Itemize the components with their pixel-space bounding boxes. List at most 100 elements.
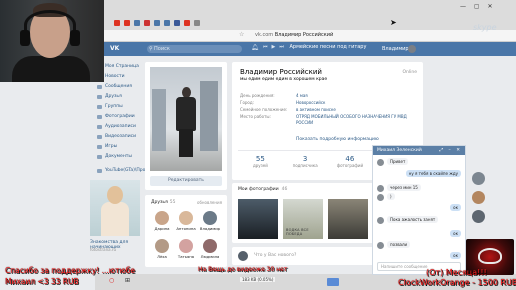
window-controls[interactable]: — ▢ ✕ — [460, 3, 496, 10]
camera-icon — [97, 115, 102, 119]
friend-item[interactable]: Татьяна — [175, 239, 197, 259]
friend-name[interactable]: Дарина — [151, 226, 173, 231]
friends-updates-link[interactable]: обновления — [197, 200, 222, 205]
new-post-input[interactable]: Что у Вас нового? — [254, 253, 296, 258]
friends-card: Друзья 55 обновления Дарина Антонина Владим… — [145, 195, 227, 267]
vk-tab-icon[interactable] — [164, 20, 170, 26]
friend-avatar[interactable] — [203, 239, 217, 253]
vk-tab-icon[interactable] — [134, 20, 140, 26]
chat-header[interactable]: Михаил Зеленский ⤢ – ✕ — [373, 146, 465, 155]
friend-name[interactable]: Антонина — [175, 226, 197, 231]
friend-avatar[interactable] — [179, 211, 193, 225]
show-details-link[interactable]: Показать подробную информацию — [296, 137, 379, 142]
search-placeholder: Поиск — [154, 46, 170, 52]
url-domain: vk.com — [255, 32, 274, 38]
profile-status[interactable]: мы едим едим едим в хорошем крае — [240, 77, 327, 82]
contact-avatar[interactable] — [472, 191, 485, 204]
online-indicator: Online — [402, 70, 417, 75]
incoming-message: через мин 15 — [387, 184, 421, 191]
bell-icon[interactable]: 🔔︎ — [251, 44, 259, 51]
youtube-tab-icon[interactable] — [114, 20, 120, 26]
search-input[interactable]: ⚲ Поиск — [147, 45, 242, 53]
outgoing-message: ну я тебя в скайпе жду — [405, 170, 461, 177]
ad-block[interactable]: Знакомства для начинающих fotostrana.ru — [88, 178, 144, 263]
groups-icon — [97, 105, 102, 109]
tab-icon[interactable] — [174, 20, 180, 26]
extension-icon[interactable] — [327, 278, 339, 286]
menu-item-app[interactable]: YouTube(GTa)\Про — [95, 166, 145, 176]
menu-item-video[interactable]: Видеозаписи — [95, 132, 143, 142]
skype-logo: skype — [473, 23, 497, 32]
chat-avatar — [377, 194, 384, 201]
counter-photos[interactable]: 46 фотографий — [333, 155, 367, 168]
edit-profile-button[interactable]: Редактировать — [150, 176, 222, 186]
contact-avatar[interactable] — [472, 210, 485, 223]
profile-avatar-card: Редактировать — [145, 62, 227, 190]
photo-thumbnail[interactable] — [238, 199, 278, 239]
profile-photo[interactable] — [150, 67, 222, 171]
messages-icon — [97, 85, 102, 89]
address-bar[interactable]: ☆ vk.com Владимир Российский — [95, 30, 516, 42]
menu-item-photos[interactable]: Фотографии — [95, 112, 143, 122]
friend-avatar[interactable] — [155, 239, 169, 253]
friend-item[interactable]: Владимир — [199, 211, 221, 231]
mouse-cursor-icon: ➤ — [390, 18, 397, 27]
chat-avatar — [377, 217, 384, 224]
youtube-tab-icon[interactable] — [184, 20, 190, 26]
friend-name[interactable]: Людмила — [199, 254, 221, 259]
friends-header[interactable]: Друзья 55 — [151, 200, 176, 205]
friend-avatar[interactable] — [203, 211, 217, 225]
profile-name: Владимир Российский — [240, 68, 322, 76]
photos-header[interactable]: Мои фотографии 46 — [238, 187, 287, 192]
menu-item-documents[interactable]: Документы — [95, 152, 143, 162]
next-icon[interactable]: ⏭ — [279, 44, 284, 50]
info-row: Место работы: ОТРЯД МОБИЛЬНЫЙ ОСОБОГО НАЗ… — [240, 114, 407, 125]
contact-avatar[interactable] — [472, 172, 485, 185]
friend-name[interactable]: Владимир — [199, 226, 221, 231]
menu-item-groups[interactable]: Группы — [95, 102, 143, 112]
friend-name[interactable]: Лёха — [151, 254, 173, 259]
menu-item-audio[interactable]: Аудиозаписи — [95, 122, 143, 132]
bookmark-star-icon[interactable]: ☆ — [239, 31, 244, 38]
friend-avatar[interactable] — [155, 211, 169, 225]
photo-thumbnail[interactable] — [328, 199, 368, 239]
prev-icon[interactable]: ⏮ — [263, 44, 268, 50]
url-text[interactable]: vk.com Владимир Российский — [255, 32, 333, 38]
friend-item[interactable]: Дарина — [151, 211, 173, 231]
friend-item[interactable]: Антонина — [175, 211, 197, 231]
friend-item[interactable]: Лёха — [151, 239, 173, 259]
tab-icon[interactable] — [194, 20, 200, 26]
vk-tab-icon[interactable] — [154, 20, 160, 26]
search-icon: ⚲ — [149, 46, 153, 52]
audio-player[interactable]: ⏮ ▶ ⏭ Армейские песни под гитару — [263, 44, 366, 50]
tab-icon[interactable] — [144, 20, 150, 26]
photo-thumbnail[interactable]: ВОДКА ВСЕ ПОБЕДА — [283, 199, 323, 239]
menu-item-messages[interactable]: Сообщения — [95, 82, 143, 92]
donation-ticker: На Вещь до видеоже 30 нет — [198, 266, 288, 273]
chat-window: Михаил Зеленский ⤢ – ✕ Привет ну я тебя в… — [372, 145, 466, 275]
chat-window-controls[interactable]: ⤢ – ✕ — [440, 147, 462, 153]
friend-item[interactable]: Людмила — [199, 239, 221, 259]
counter-friends[interactable]: 55 друзей — [243, 155, 277, 168]
info-row: Семейное положение: в активном поиске — [240, 107, 336, 112]
chat-avatar — [377, 159, 384, 166]
header-avatar[interactable] — [408, 45, 416, 53]
ad-image[interactable] — [90, 180, 140, 236]
friend-name[interactable]: Татьяна — [175, 254, 197, 259]
donation-ticker: (От) Месяца!!! — [426, 268, 487, 277]
post-avatar — [238, 251, 248, 261]
youtube-tab-icon[interactable] — [124, 20, 130, 26]
counter-followers[interactable]: 3 подписчика — [288, 155, 322, 168]
vk-logo[interactable]: VK — [110, 45, 119, 52]
menu-item-friends[interactable]: Друзья — [95, 92, 143, 102]
opera-icon[interactable]: ○ — [109, 277, 114, 284]
menu-item-games[interactable]: Игры — [95, 142, 143, 152]
webcam-overlay — [0, 0, 104, 82]
friend-avatar[interactable] — [179, 239, 193, 253]
chat-avatar — [377, 242, 384, 249]
incoming-message: Привет — [387, 158, 409, 165]
play-icon[interactable]: ▶ — [272, 44, 276, 50]
video-icon — [97, 135, 102, 139]
header-username[interactable]: Владимир — [382, 46, 409, 52]
windows-icon[interactable]: ⊞ — [125, 277, 130, 284]
